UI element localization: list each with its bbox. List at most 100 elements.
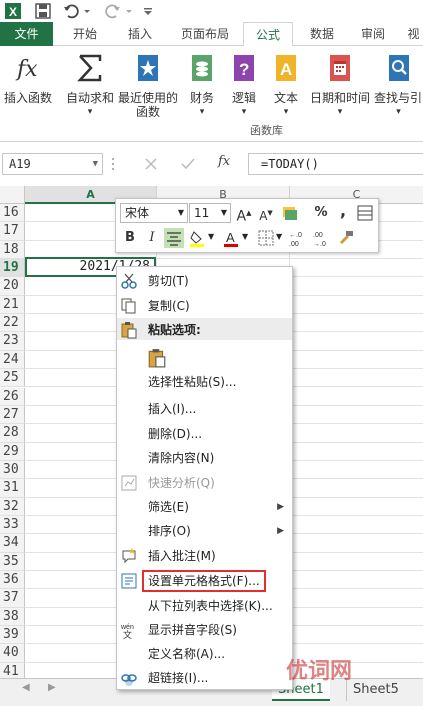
grow-font-button[interactable]: A▲ [234,203,254,225]
format-painter-icon[interactable] [336,228,356,248]
row-header[interactable]: 40 [0,644,25,663]
tab-view[interactable]: 视 [404,22,423,46]
excel-app-icon[interactable]: X [4,2,22,20]
cancel-icon[interactable] [143,156,159,172]
tab-home[interactable]: 开始 [62,22,108,46]
row-header[interactable]: 28 [0,424,25,443]
text-button[interactable]: A 文本 ▾ [268,52,304,119]
row-header[interactable]: 35 [0,552,25,571]
shrink-font-button[interactable]: A▼ [256,203,276,223]
context-menu-item-menu-item-15[interactable]: 定义名称(A)... [117,642,292,666]
row-header[interactable]: 33 [0,515,25,535]
row-header[interactable]: 23 [0,332,25,351]
row-header[interactable]: 34 [0,534,25,553]
row-header[interactable]: 31 [0,479,25,498]
name-box-dropdown-icon[interactable]: ▼ [93,154,98,174]
context-menu-item-menu-item-7[interactable]: 清除内容(N) [117,446,292,470]
row-header[interactable]: 29 [0,442,25,461]
context-menu-item-menu-item-13[interactable]: 从下拉列表中选择(K)... [117,594,292,618]
tab-file[interactable]: 文件 [0,22,53,46]
tab-data[interactable]: 数据 [300,22,344,46]
formula-bar-grip-icon[interactable] [110,156,116,172]
enter-icon[interactable] [180,156,196,172]
recently-used-button[interactable]: 最近使用的 函数 [117,52,179,119]
row-header[interactable]: 16 [0,204,25,223]
autosum-button[interactable]: 自动求和 ▾ [62,52,118,119]
undo-dropdown-icon[interactable] [82,2,92,20]
logical-button[interactable]: ? 逻辑 ▾ [226,52,262,119]
insert-function-fx-button[interactable]: fx [218,154,230,169]
submenu-arrow-icon: ▶ [277,502,284,512]
row-header[interactable]: 27 [0,405,25,425]
context-menu-item-insert-comment[interactable]: 插入批注(M) [117,544,292,568]
font-color-dropdown-icon[interactable]: ▼ [242,232,248,241]
sheet-nav-prev-icon[interactable]: ◀ [22,682,30,693]
borders-dropdown-icon[interactable]: ▼ [276,232,282,241]
row-header[interactable]: 24 [0,350,25,370]
sheet-nav-next-icon[interactable]: ▶ [48,682,56,693]
row-header[interactable]: 38 [0,607,25,627]
font-name-box[interactable]: 宋体 ▼ [120,203,188,223]
context-menu-item-paste-option[interactable] [117,344,292,370]
row-header[interactable]: 25 [0,369,25,388]
context-menu-item-quick-analysis[interactable]: 快速分析(Q) [117,471,292,495]
context-menu-item-menu-item-9[interactable]: 筛选(E) ▶ [117,495,292,519]
row-header[interactable]: 19 [0,259,25,278]
row-header[interactable]: 18 [0,240,25,260]
name-box[interactable]: A19 ▼ [2,153,103,175]
italic-button[interactable]: I [142,228,162,248]
date-time-button[interactable]: 日期和时间 ▾ [308,52,372,119]
align-center-icon[interactable] [164,228,184,248]
row-header[interactable]: 20 [0,277,25,296]
borders-icon[interactable] [256,228,276,248]
context-menu-item-menu-item-4[interactable]: 选择性粘贴(S)... [117,370,292,394]
context-menu-item-scissors[interactable]: 剪切(T) [117,269,292,293]
tab-insert[interactable]: 插入 [117,22,163,46]
row-header[interactable]: 32 [0,497,25,516]
row-header[interactable]: 22 [0,314,25,333]
financial-button[interactable]: 财务 ▾ [184,52,220,119]
fill-color-dropdown-icon[interactable]: ▼ [208,232,214,241]
percent-style-button[interactable]: % [311,203,331,223]
accounting-format-icon[interactable] [280,203,300,223]
insert-function-button[interactable]: fx 插入函数 [2,52,54,105]
fill-color-icon[interactable] [188,228,208,248]
comma-style-button[interactable]: , [333,201,353,221]
font-color-icon[interactable]: A [222,228,242,248]
tab-formulas[interactable]: 公式 [243,22,293,47]
undo-icon[interactable] [62,2,80,20]
redo-icon[interactable] [104,2,122,20]
financial-label: 财务 [189,91,214,105]
context-menu-item-menu-item-6[interactable]: 删除(D)... [117,422,292,446]
save-icon[interactable] [34,2,52,20]
decrease-decimal-icon[interactable]: .00→.0 [312,228,332,248]
row-header[interactable]: 30 [0,460,25,480]
row-header[interactable]: 21 [0,295,25,315]
context-menu-item-copy[interactable]: 复制(C) [117,294,292,318]
formula-input[interactable]: =TODAY() [248,153,423,175]
context-menu-item-hyperlink[interactable]: 超链接(I)... [117,666,292,690]
tab-review[interactable]: 审阅 [351,22,395,46]
select-all-corner[interactable] [0,186,25,204]
redo-dropdown-icon[interactable] [124,2,134,20]
lookup-button[interactable]: 查找与引 ▾ [374,52,423,119]
recently-used-label: 最近使用的 [117,91,178,105]
increase-decimal-icon[interactable]: ←.0.00 [288,228,308,248]
tab-page-layout[interactable]: 页面布局 [170,22,240,46]
row-header[interactable]: 39 [0,626,25,645]
font-name-dropdown-icon[interactable]: ▼ [178,204,184,222]
menu-item-label: 超链接(I)... [148,671,209,685]
row-header[interactable]: 36 [0,571,25,590]
menu-item-label: 清除内容(N) [148,451,215,465]
row-header[interactable]: 26 [0,387,25,406]
context-menu-item-menu-item-5[interactable]: 插入(I)... [117,397,292,421]
font-size-box[interactable]: 11 ▼ [189,203,231,223]
customize-qat-icon[interactable] [142,2,154,20]
context-menu-item-phonetic[interactable]: wén 文显示拼音字段(S) [117,618,292,642]
row-header[interactable]: 37 [0,589,25,608]
context-menu-item-menu-item-10[interactable]: 排序(O) ▶ [117,519,292,543]
row-header[interactable]: 17 [0,222,25,241]
format-painter-table-icon[interactable] [355,203,375,223]
font-size-dropdown-icon[interactable]: ▼ [221,204,227,222]
bold-button[interactable]: B [120,228,140,248]
